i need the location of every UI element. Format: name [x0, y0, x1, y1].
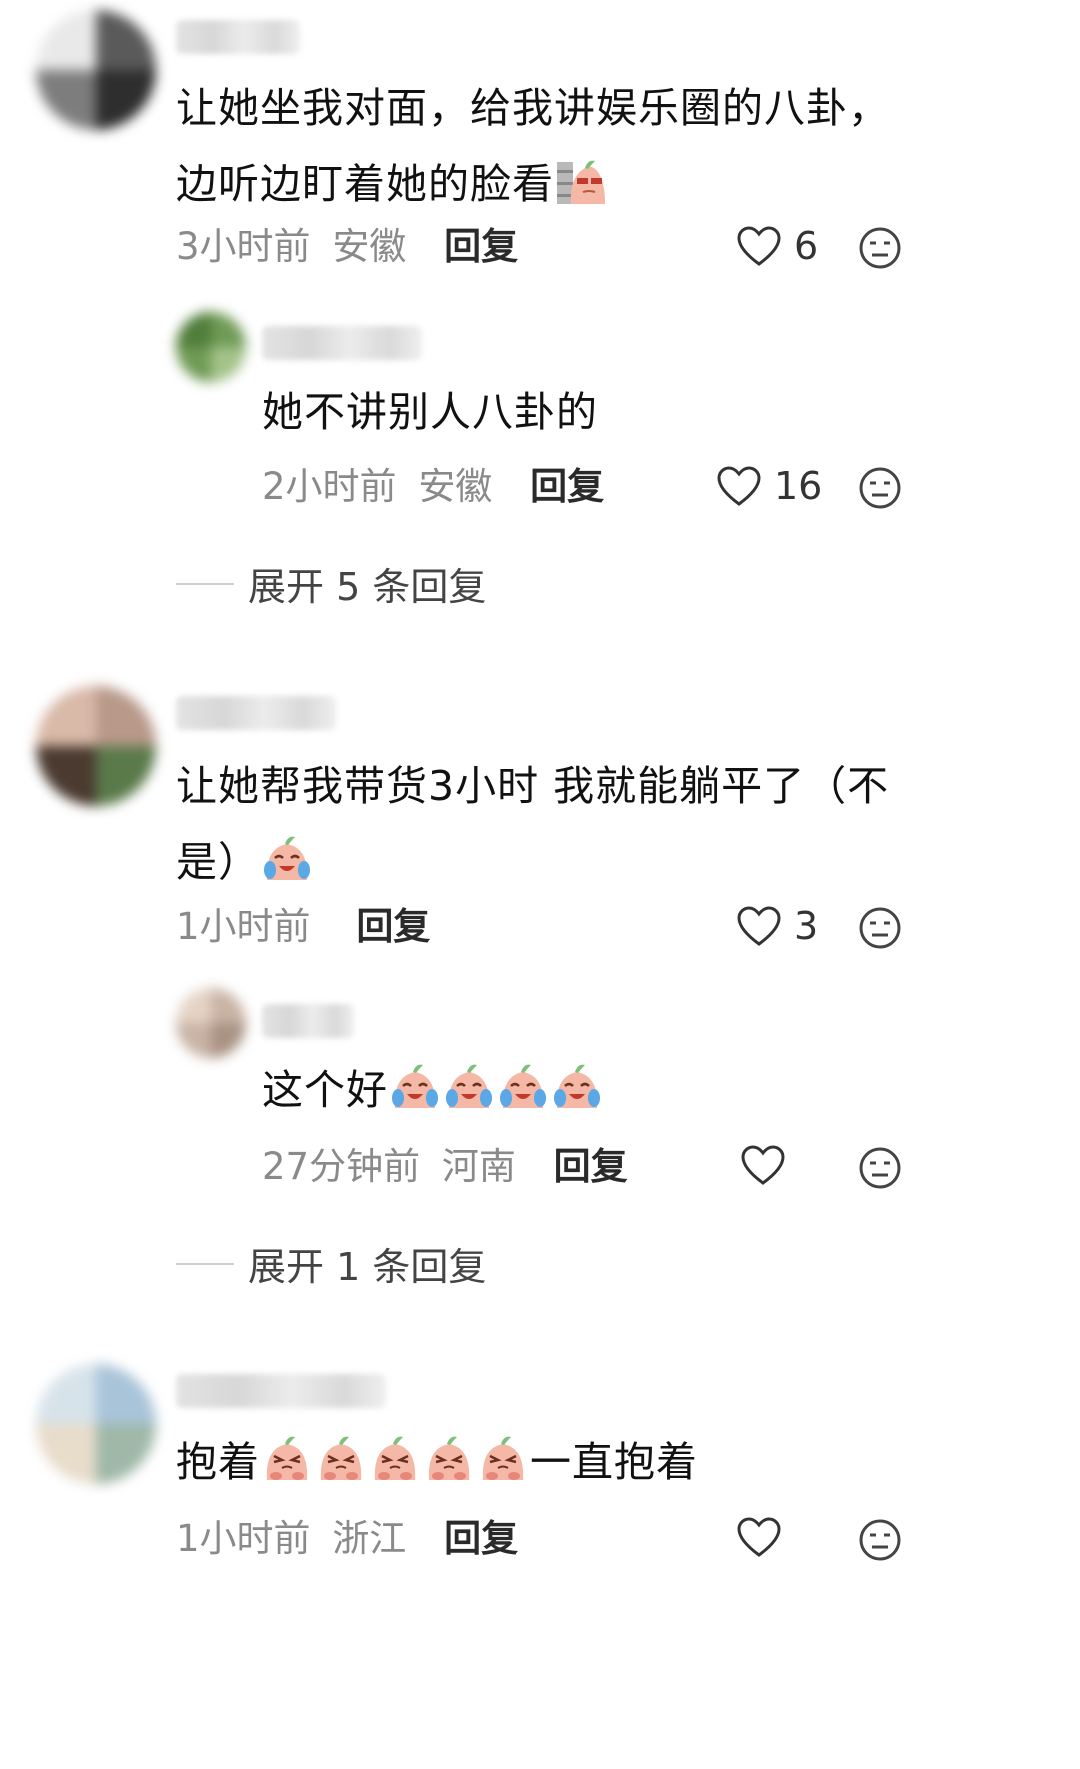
dislike-face-icon[interactable]	[858, 906, 902, 950]
pleading-peach-emoji	[266, 1436, 308, 1480]
username[interactable]	[176, 20, 300, 54]
expand-label: 展开 5 条回复	[248, 565, 487, 609]
location: 河南	[441, 1145, 516, 1188]
divider	[176, 582, 234, 585]
comment-meta: 1小时前 浙江 回复	[176, 1514, 518, 1564]
like-count: 16	[774, 464, 823, 508]
comment-text: 让她帮我带货3小时 我就能躺平了（不 是）	[176, 762, 890, 886]
dislike-face-icon[interactable]	[858, 226, 902, 270]
heart-icon	[737, 906, 781, 946]
timestamp: 1小时前	[176, 905, 311, 948]
reply-button[interactable]: 回复	[356, 905, 430, 948]
like-button[interactable]: 6	[736, 224, 818, 268]
peeking-peach-emoji	[557, 160, 605, 204]
pleading-peach-emoji	[482, 1436, 524, 1480]
heart-icon	[741, 1145, 785, 1185]
crying-laughing-peach-emoji	[392, 1064, 438, 1108]
crying-laughing-peach-emoji	[264, 836, 310, 880]
location: 安徽	[418, 465, 493, 508]
timestamp: 27分钟前	[262, 1145, 421, 1188]
avatar[interactable]	[176, 312, 246, 382]
comment-text: 抱着 一直抱着	[176, 1424, 936, 1500]
pleading-peach-emoji	[428, 1436, 470, 1480]
username[interactable]	[176, 696, 336, 730]
like-count: 3	[794, 904, 819, 948]
comment-meta: 1小时前 回复	[176, 902, 430, 952]
heart-icon	[717, 466, 761, 506]
like-button[interactable]	[736, 1516, 794, 1558]
crying-laughing-peach-emoji	[446, 1064, 492, 1108]
username[interactable]	[176, 1374, 386, 1408]
location: 浙江	[332, 1517, 407, 1560]
heart-icon	[737, 226, 781, 266]
comment-text: 让她坐我对面，给我讲娱乐圈的八卦， 边听边盯着她的脸看	[176, 84, 890, 208]
comment-list: 让她坐我对面，给我讲娱乐圈的八卦， 边听边盯着她的脸看 3小时前 安徽 回复 6…	[0, 0, 1080, 1769]
username[interactable]	[262, 326, 422, 360]
like-button[interactable]: 16	[716, 464, 822, 508]
crying-laughing-peach-emoji	[500, 1064, 546, 1108]
heart-icon	[737, 1517, 781, 1557]
dislike-face-icon[interactable]	[858, 1146, 902, 1190]
reply-button[interactable]: 回复	[444, 1517, 518, 1560]
pleading-peach-emoji	[374, 1436, 416, 1480]
reply-meta: 27分钟前 河南 回复	[262, 1142, 628, 1192]
timestamp: 2小时前	[262, 465, 397, 508]
timestamp: 3小时前	[176, 225, 311, 268]
dislike-face-icon[interactable]	[858, 1518, 902, 1562]
reply-text: 她不讲别人八卦的	[262, 388, 598, 436]
pleading-peach-emoji	[320, 1436, 362, 1480]
expand-replies-button[interactable]: 展开 5 条回复	[176, 556, 486, 611]
timestamp: 1小时前	[176, 1517, 311, 1560]
reply-meta: 2小时前 安徽 回复	[262, 462, 604, 512]
avatar[interactable]	[176, 988, 246, 1058]
divider	[176, 1262, 234, 1265]
reply-button[interactable]: 回复	[444, 225, 518, 268]
crying-laughing-peach-emoji	[554, 1064, 600, 1108]
like-count: 6	[794, 224, 819, 268]
dislike-face-icon[interactable]	[858, 466, 902, 510]
reply-button[interactable]: 回复	[530, 465, 604, 508]
username[interactable]	[262, 1004, 354, 1038]
expand-label: 展开 1 条回复	[248, 1245, 487, 1289]
location: 安徽	[332, 225, 407, 268]
like-button[interactable]	[740, 1144, 798, 1186]
comment-meta: 3小时前 安徽 回复	[176, 222, 518, 272]
reply-button[interactable]: 回复	[554, 1145, 628, 1188]
avatar[interactable]	[36, 1364, 156, 1484]
expand-replies-button[interactable]: 展开 1 条回复	[176, 1236, 486, 1291]
like-button[interactable]: 3	[736, 904, 818, 948]
avatar[interactable]	[36, 686, 156, 806]
avatar[interactable]	[36, 10, 156, 130]
reply-text: 这个好	[262, 1052, 604, 1128]
